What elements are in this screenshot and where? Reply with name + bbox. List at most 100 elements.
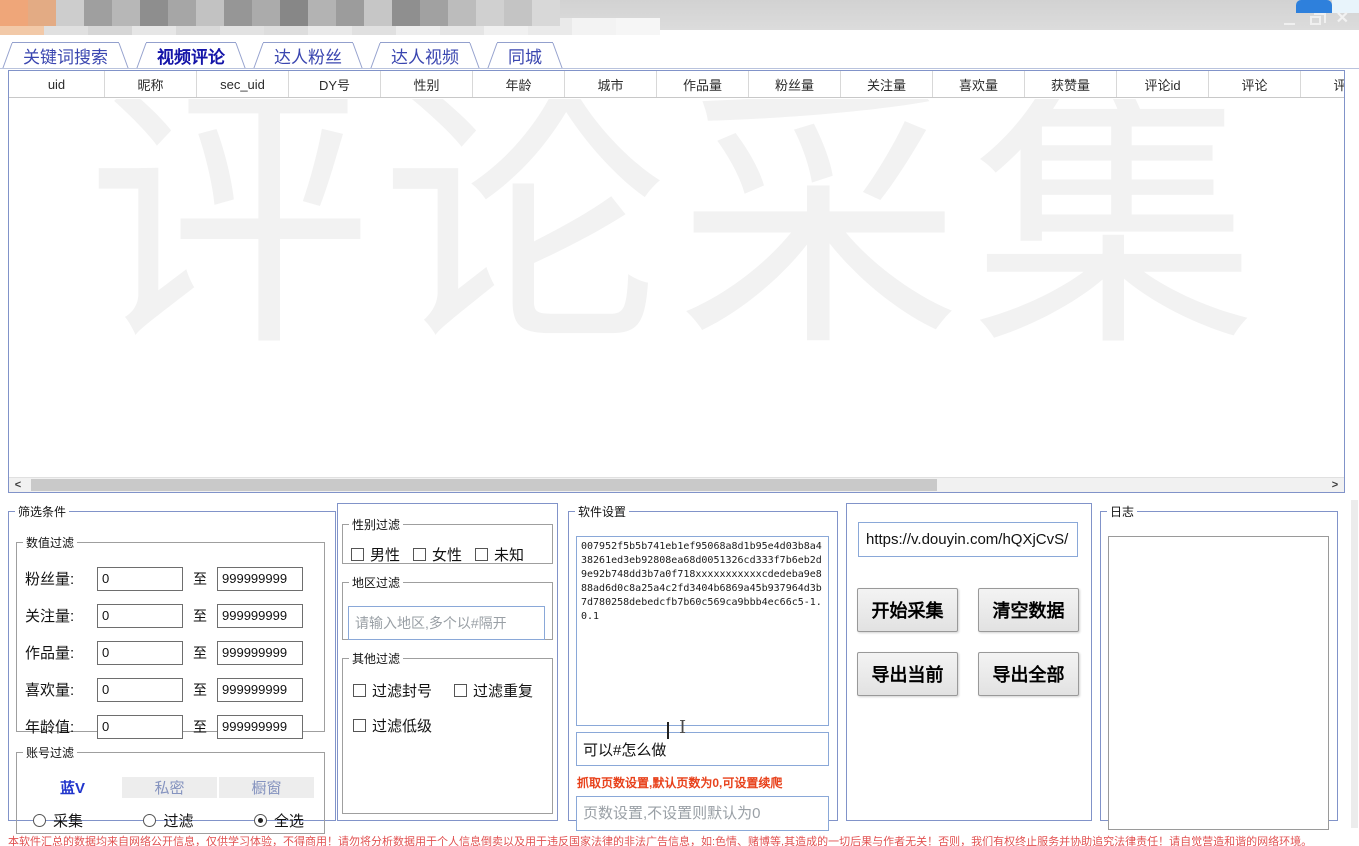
scrollbar-track[interactable]	[27, 478, 1326, 492]
action-button[interactable]: 导出全部	[978, 652, 1079, 696]
numeric-filter-row: 粉丝量: 至	[25, 565, 324, 592]
log-output[interactable]	[1108, 536, 1329, 830]
column-header[interactable]: 城市	[565, 71, 657, 97]
action-button[interactable]: 清空数据	[978, 588, 1079, 632]
column-header[interactable]: 喜欢量	[933, 71, 1025, 97]
scroll-left-icon[interactable]: <	[9, 478, 27, 492]
region-filter-group: 地区过滤	[342, 574, 553, 640]
radio-option[interactable]: 过滤	[143, 810, 193, 831]
to-label: 至	[193, 569, 207, 589]
checkbox-option[interactable]: 未知	[475, 544, 524, 565]
min-value-input[interactable]	[97, 715, 183, 739]
max-value-input[interactable]	[217, 715, 303, 739]
field-label: 喜欢量:	[25, 679, 97, 700]
tab-label: 达人粉丝	[274, 43, 342, 68]
checkbox-label: 女性	[432, 544, 462, 565]
column-header[interactable]: 获赞量	[1025, 71, 1117, 97]
config-token-textarea[interactable]: 007952f5b5b741eb1ef95068a8d1b95e4d03b8a4…	[576, 536, 829, 726]
column-header[interactable]: DY号	[289, 71, 381, 97]
action-button[interactable]: 开始采集	[857, 588, 958, 632]
restore-icon[interactable]	[1310, 16, 1321, 25]
group-title: 数值过滤	[23, 534, 77, 551]
account-type-tab[interactable]: 私密	[122, 777, 217, 798]
tab-label: 关键词搜索	[23, 43, 108, 68]
app-window: ✕ 关键词搜索 视频评论 达人粉丝 达人视频 同城 uid昵称sec_uidD	[0, 0, 1359, 846]
checkbox-option[interactable]: 过滤低级	[353, 715, 432, 736]
keyword-input[interactable]	[576, 732, 829, 766]
column-header[interactable]: sec_uid	[197, 71, 289, 97]
horizontal-scrollbar[interactable]: < >	[9, 477, 1344, 492]
radio-option[interactable]: 全选	[254, 810, 304, 831]
account-type-tab[interactable]: 蓝V	[25, 777, 120, 798]
tab-label: 达人视频	[391, 43, 459, 68]
tab[interactable]: 视频评论	[137, 42, 245, 68]
checkbox-option[interactable]: 女性	[413, 544, 462, 565]
min-value-input[interactable]	[97, 678, 183, 702]
column-header[interactable]: 粉丝量	[749, 71, 841, 97]
checkbox-option[interactable]: 过滤封号	[353, 680, 432, 701]
checkbox-icon	[353, 684, 366, 697]
field-label: 年龄值:	[25, 716, 97, 737]
checkbox-label: 过滤重复	[473, 680, 533, 701]
watermark-text: 评论采集	[9, 99, 1344, 370]
field-label: 作品量:	[25, 642, 97, 663]
column-header[interactable]: 性别	[381, 71, 473, 97]
checkbox-icon	[353, 719, 366, 732]
max-value-input[interactable]	[217, 604, 303, 628]
max-value-input[interactable]	[217, 678, 303, 702]
video-url-input[interactable]	[858, 522, 1078, 557]
radio-icon	[33, 814, 46, 827]
scroll-right-icon[interactable]: >	[1326, 478, 1344, 492]
checkbox-option[interactable]: 男性	[351, 544, 400, 565]
tab-top-border	[12, 42, 119, 43]
to-label: 至	[193, 643, 207, 663]
numeric-filter-row: 关注量: 至	[25, 602, 324, 629]
radio-icon	[143, 814, 156, 827]
to-label: 至	[193, 717, 207, 737]
tab[interactable]: 同城	[488, 42, 562, 68]
numeric-filter-group: 数值过滤 粉丝量: 至 关注量: 至 作品量:	[16, 534, 325, 732]
blurred-app-title	[0, 0, 560, 26]
column-header[interactable]: 评论	[1209, 71, 1301, 97]
tab[interactable]: 达人视频	[371, 42, 479, 68]
checkbox-icon	[454, 684, 467, 697]
page-count-input[interactable]	[576, 796, 829, 831]
column-header[interactable]: 评论id	[1117, 71, 1209, 97]
checkbox-label: 未知	[494, 544, 524, 565]
close-icon[interactable]: ✕	[1336, 11, 1349, 27]
disclaimer-text: 本软件汇总的数据均来自网络公开信息，仅供学习体验，不得商用！请勿将分析数据用于个…	[8, 833, 1357, 846]
min-value-input[interactable]	[97, 567, 183, 591]
radio-label: 采集	[53, 810, 83, 831]
max-value-input[interactable]	[217, 641, 303, 665]
text-caret	[667, 722, 669, 739]
tab[interactable]: 关键词搜索	[3, 42, 128, 68]
max-value-input[interactable]	[217, 567, 303, 591]
column-header[interactable]: 年龄	[473, 71, 565, 97]
radio-option[interactable]: 采集	[33, 810, 83, 831]
action-button[interactable]: 导出当前	[857, 652, 958, 696]
checkbox-option[interactable]: 过滤重复	[454, 680, 533, 701]
numeric-filter-row: 年龄值: 至	[25, 713, 324, 740]
group-title: 地区过滤	[349, 574, 403, 591]
column-header[interactable]: 作品量	[657, 71, 749, 97]
ibeam-cursor: I	[679, 717, 686, 738]
numeric-filter-row: 喜欢量: 至	[25, 676, 324, 703]
tab-top-border	[380, 42, 470, 43]
column-header[interactable]: 关注量	[841, 71, 933, 97]
account-mode-radios: 采集 过滤 全选	[33, 810, 304, 831]
region-input[interactable]	[348, 606, 545, 640]
panel-title: 日志	[1107, 503, 1137, 520]
account-type-tab[interactable]: 橱窗	[219, 777, 314, 798]
column-header[interactable]: 昵称	[105, 71, 197, 97]
column-header[interactable]: 评论	[1301, 71, 1344, 97]
checkbox-label: 过滤封号	[372, 680, 432, 701]
scrollbar-thumb[interactable]	[31, 479, 937, 491]
column-header[interactable]: uid	[9, 71, 105, 97]
checkbox-label: 男性	[370, 544, 400, 565]
minimize-icon[interactable]	[1284, 23, 1295, 25]
tab[interactable]: 达人粉丝	[254, 42, 362, 68]
results-table: uid昵称sec_uidDY号性别年龄城市作品量粉丝量关注量喜欢量获赞量评论id…	[8, 70, 1345, 493]
min-value-input[interactable]	[97, 641, 183, 665]
panel-title: 筛选条件	[15, 503, 69, 520]
min-value-input[interactable]	[97, 604, 183, 628]
